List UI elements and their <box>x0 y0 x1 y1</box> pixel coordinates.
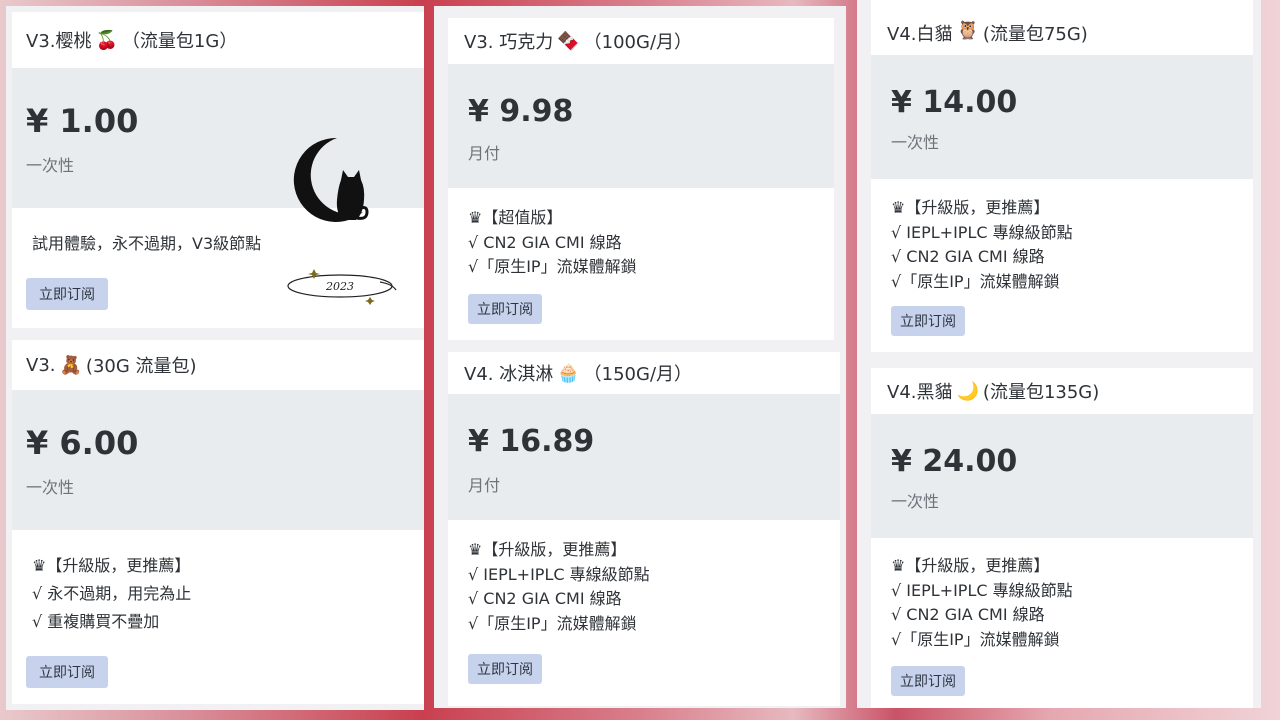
feature-item: √「原生IP」流媒體解鎖 <box>468 257 637 276</box>
price-panel: ¥ 14.00 一次性 <box>871 55 1253 179</box>
price-panel: ¥ 16.89 月付 <box>448 394 840 520</box>
feature-item: √ 重複購買不疊加 <box>32 612 160 631</box>
teddy-bear-icon: 🧸 <box>59 354 82 376</box>
feature-item: ♛【升級版，更推薦】 <box>891 198 1050 217</box>
billing-period: 一次性 <box>26 478 75 497</box>
price-panel: ¥ 24.00 一次性 <box>871 414 1253 538</box>
feature-list: ♛【升級版，更推薦】 √ IEPL+IPLC 專線級節點 √ CN2 GIA C… <box>891 554 1243 652</box>
feature-list: ♛【超值版】 √ CN2 GIA CMI 線路 √「原生IP」流媒體解鎖 <box>468 206 824 280</box>
price-panel: ¥ 9.98 月付 <box>448 64 834 188</box>
feature-item: √ IEPL+IPLC 專線級節點 <box>891 222 1073 242</box>
plan-card-icecream: V4. 冰淇淋 🧁 （150G/月） ¥ 16.89 月付 ♛【升級版，更推薦】… <box>448 352 840 706</box>
feature-item: ♛【升級版，更推薦】 <box>468 540 627 559</box>
plan-column-3: V4.白貓 🦉 (流量包75G) ¥ 14.00 一次性 ♛【升級版，更推薦】 … <box>857 0 1261 708</box>
price: ¥ 9.98 <box>468 94 574 129</box>
billing-period: 月付 <box>468 476 501 495</box>
feature-item: √ IEPL+IPLC 專線級節點 <box>891 580 1073 600</box>
price: ¥ 24.00 <box>891 444 1018 479</box>
plan-card-cherry: V3.樱桃 🍒 （流量包1G） ¥ 1.00 一次性 試用體驗，永不過期，V3級… <box>12 12 424 328</box>
subscribe-button[interactable]: 立即订阅 <box>468 294 542 324</box>
feature-item: ♛【超值版】 <box>468 208 563 227</box>
plan-title: V3. 巧克力 🍫 （100G/月） <box>464 30 693 54</box>
moon-cat-icon <box>293 137 369 222</box>
feature-list: ♛【升級版，更推薦】 √ 永不過期，用完為止 √ 重複購買不疊加 <box>32 552 414 636</box>
plan-title: V3. 🧸 (30G 流量包) <box>26 354 197 378</box>
price: ¥ 6.00 <box>26 424 139 462</box>
plan-card-chocolate: V3. 巧克力 🍫 （100G/月） ¥ 9.98 月付 ♛【超值版】 √ CN… <box>448 18 834 340</box>
crescent-moon-icon: 🌙 <box>956 380 979 402</box>
feature-item: √「原生IP」流媒體解鎖 <box>468 613 637 633</box>
plan-card-bear: V3. 🧸 (30G 流量包) ¥ 6.00 一次性 ♛【升級版，更推薦】 √ … <box>12 340 424 704</box>
subscribe-button[interactable]: 立即订阅 <box>891 306 965 336</box>
feature-item: √ 永不過期，用完為止 <box>32 584 192 603</box>
chocolate-icon: 🍫 <box>557 30 580 52</box>
year-badge: 2023 <box>287 269 397 305</box>
feature-list: ♛【升級版，更推薦】 √ IEPL+IPLC 專線級節點 √ CN2 GIA C… <box>468 538 830 636</box>
feature-item: √ CN2 GIA CMI 線路 <box>468 232 622 252</box>
feature-item: √ IEPL+IPLC 專線級節點 <box>468 564 650 584</box>
subscribe-button[interactable]: 立即订阅 <box>891 666 965 696</box>
billing-period: 一次性 <box>891 133 940 152</box>
cherry-icon: 🍒 <box>95 29 118 51</box>
price: ¥ 16.89 <box>468 424 595 459</box>
feature-item: √ CN2 GIA CMI 線路 <box>891 247 1045 266</box>
billing-period: 月付 <box>468 144 501 163</box>
feature-item: ♛【升級版，更推薦】 <box>891 556 1050 575</box>
feature-item: ♛【升級版，更推薦】 <box>32 556 191 575</box>
price-panel: ¥ 6.00 一次性 <box>12 390 424 530</box>
plan-title: V3.樱桃 🍒 （流量包1G） <box>26 29 238 53</box>
feature-item: √ CN2 GIA CMI 線路 <box>891 605 1045 624</box>
plan-title: V4. 冰淇淋 🧁 （150G/月） <box>464 362 693 386</box>
plan-title: V4.黑貓 🌙 (流量包135G) <box>887 380 1100 404</box>
cupcake-icon: 🧁 <box>557 362 580 384</box>
price-panel: ¥ 1.00 一次性 <box>12 68 424 222</box>
price: ¥ 14.00 <box>891 85 1018 120</box>
plan-card-blackcat: V4.黑貓 🌙 (流量包135G) ¥ 24.00 一次性 ♛【升級版，更推薦】… <box>871 368 1253 708</box>
subscribe-button[interactable]: 立即订阅 <box>26 656 108 688</box>
feature-item: √「原生IP」流媒體解鎖 <box>891 271 1060 291</box>
subscribe-button[interactable]: 立即订阅 <box>26 278 108 310</box>
year-text: 2023 <box>325 280 354 293</box>
plan-card-whitecat: V4.白貓 🦉 (流量包75G) ¥ 14.00 一次性 ♛【升級版，更推薦】 … <box>871 0 1253 352</box>
feature-list: ♛【升級版，更推薦】 √ IEPL+IPLC 專線級節點 √ CN2 GIA C… <box>891 196 1243 294</box>
price: ¥ 1.00 <box>26 102 139 140</box>
owl-icon: 🦉 <box>956 20 979 41</box>
plan-column-1: V3.樱桃 🍒 （流量包1G） ¥ 1.00 一次性 試用體驗，永不過期，V3級… <box>6 6 424 710</box>
feature-item: 試用體驗，永不過期，V3級節點 <box>32 234 262 253</box>
billing-period: 一次性 <box>891 492 940 511</box>
feature-item: √ CN2 GIA CMI 線路 <box>468 589 622 608</box>
feature-item: √「原生IP」流媒體解鎖 <box>891 629 1060 649</box>
billing-period: 一次性 <box>26 156 75 175</box>
plan-title: V4.白貓 🦉 (流量包75G) <box>887 20 1088 45</box>
feature-list: 試用體驗，永不過期，V3級節點 <box>32 232 414 257</box>
subscribe-button[interactable]: 立即订阅 <box>468 654 542 684</box>
plan-column-2: V3. 巧克力 🍫 （100G/月） ¥ 9.98 月付 ♛【超值版】 √ CN… <box>434 6 846 708</box>
